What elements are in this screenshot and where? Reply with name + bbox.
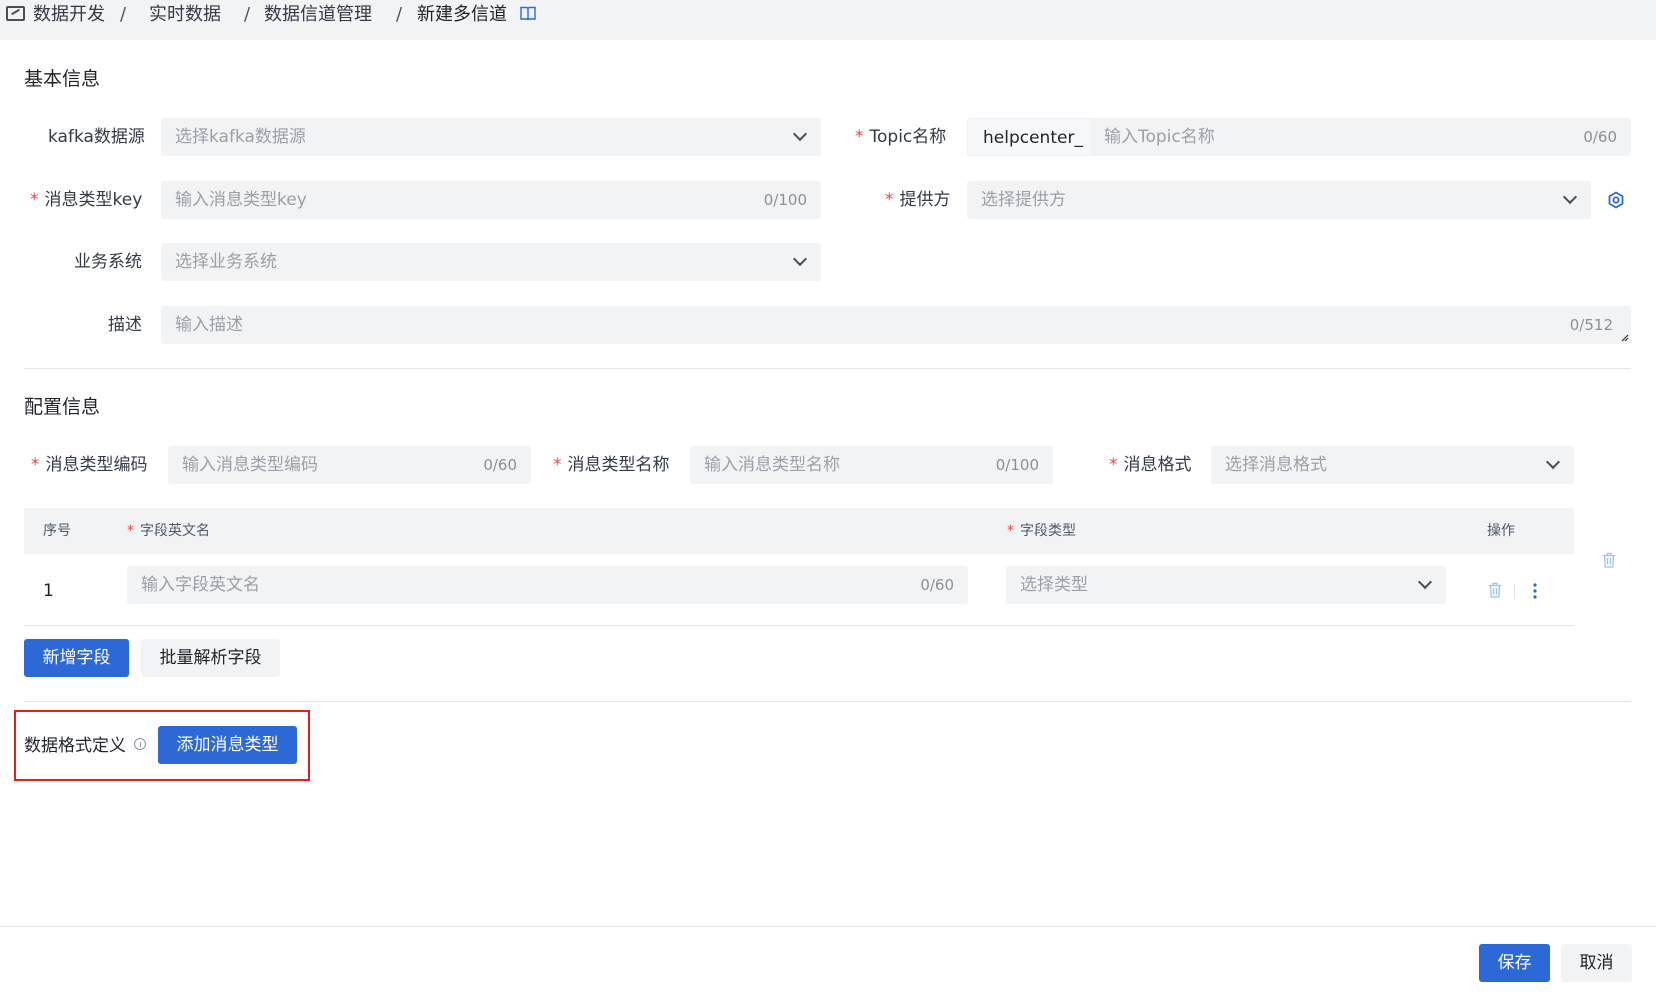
topic-name-placeholder: 输入Topic名称: [1104, 127, 1215, 147]
resize-handle-icon[interactable]: [1619, 332, 1629, 342]
description-label: 描述: [108, 315, 142, 335]
breadcrumb-channel-mgmt[interactable]: 数据信道管理: [264, 4, 372, 26]
required-mark: *: [885, 190, 894, 210]
kafka-source-label: kafka数据源: [48, 127, 145, 147]
type-code-label: * 消息类型编码: [31, 455, 148, 475]
col-index: 序号: [43, 523, 71, 539]
basic-info-title: 基本信息: [24, 68, 101, 90]
message-key-placeholder: 输入消息类型key: [175, 190, 307, 210]
footer-divider: [0, 926, 1656, 927]
col-operations: 操作: [1487, 523, 1515, 539]
description-textarea[interactable]: 输入描述 0/512: [161, 306, 1631, 344]
field-type-select[interactable]: 选择类型: [1006, 566, 1446, 604]
topic-name-label: * Topic名称: [855, 127, 947, 147]
biz-system-label: 业务系统: [74, 252, 142, 272]
type-name-counter: 0/100: [995, 456, 1039, 474]
type-code-counter: 0/60: [483, 456, 517, 474]
field-name-placeholder: 输入字段英文名: [141, 575, 260, 595]
description-counter: 0/512: [1569, 316, 1613, 334]
required-mark: *: [31, 455, 40, 475]
field-table-header: 序号 * 字段英文名 * 字段类型 操作: [24, 508, 1574, 554]
message-key-label: * 消息类型key: [30, 190, 143, 210]
breadcrumb-current-page: 新建多信道: [417, 4, 507, 25]
provider-label: * 提供方: [885, 190, 951, 210]
config-info-title: 配置信息: [24, 396, 101, 418]
settings-icon[interactable]: [1607, 191, 1625, 209]
required-mark: *: [30, 190, 39, 210]
chevron-down-icon: [792, 126, 808, 142]
row-index: 1: [43, 581, 54, 601]
breadcrumb-separator: /: [120, 4, 127, 25]
breadcrumb-separator: /: [244, 4, 251, 25]
col-field-name: * 字段英文名: [127, 523, 210, 539]
required-mark: *: [855, 127, 864, 147]
kafka-source-select[interactable]: 选择kafka数据源: [161, 118, 821, 156]
section-divider: [24, 701, 1631, 702]
breadcrumb-separator: /: [396, 4, 403, 25]
breadcrumb-data-dev[interactable]: 数据开发: [33, 4, 105, 26]
topic-prefix: helpcenter_: [967, 118, 1091, 156]
book-icon[interactable]: [520, 6, 536, 21]
breadcrumb-realtime-data[interactable]: 实时数据: [149, 4, 221, 26]
topic-name-counter: 0/60: [1583, 128, 1617, 146]
data-format-label: 数据格式定义: [24, 736, 126, 756]
col-field-type: * 字段类型: [1007, 523, 1076, 539]
field-name-input[interactable]: 输入字段英文名 0/60: [127, 566, 968, 604]
message-key-counter: 0/100: [763, 191, 807, 209]
message-format-placeholder: 选择消息格式: [1225, 455, 1327, 475]
section-divider: [24, 368, 1631, 369]
info-icon[interactable]: [134, 738, 146, 750]
provider-placeholder: 选择提供方: [981, 190, 1066, 210]
batch-parse-fields-button[interactable]: 批量解析字段: [141, 639, 280, 677]
add-field-button[interactable]: 新增字段: [24, 639, 129, 677]
breadcrumb: 数据开发 / 实时数据 / 数据信道管理 / 新建多信道: [0, 0, 1656, 40]
biz-system-placeholder: 选择业务系统: [175, 252, 277, 272]
description-placeholder: 输入描述: [175, 315, 243, 335]
data-dev-icon: [6, 6, 25, 21]
chevron-down-icon: [1545, 454, 1561, 470]
biz-system-select[interactable]: 选择业务系统: [161, 243, 821, 281]
kafka-source-placeholder: 选择kafka数据源: [175, 127, 306, 147]
type-code-input[interactable]: 输入消息类型编码 0/60: [168, 446, 531, 484]
ops-divider: [1514, 584, 1515, 599]
table-row-divider: [24, 625, 1574, 626]
add-message-type-button[interactable]: 添加消息类型: [158, 726, 297, 764]
message-key-input[interactable]: 输入消息类型key 0/100: [161, 181, 821, 219]
more-options-icon[interactable]: [1533, 583, 1537, 599]
type-name-label: * 消息类型名称: [553, 455, 670, 475]
required-mark: *: [1109, 455, 1118, 475]
field-name-counter: 0/60: [920, 576, 954, 594]
chevron-down-icon: [792, 251, 808, 267]
chevron-down-icon: [1417, 574, 1433, 590]
delete-message-type-icon[interactable]: [1602, 552, 1616, 568]
type-name-placeholder: 输入消息类型名称: [704, 455, 840, 475]
required-mark: *: [553, 455, 562, 475]
delete-row-icon[interactable]: [1488, 582, 1502, 598]
provider-select[interactable]: 选择提供方: [967, 181, 1591, 219]
message-format-select[interactable]: 选择消息格式: [1211, 446, 1574, 484]
cancel-button[interactable]: 取消: [1561, 944, 1632, 982]
chevron-down-icon: [1562, 189, 1578, 205]
message-format-label: * 消息格式: [1109, 455, 1192, 475]
type-code-placeholder: 输入消息类型编码: [182, 455, 318, 475]
save-button[interactable]: 保存: [1479, 944, 1550, 982]
type-name-input[interactable]: 输入消息类型名称 0/100: [690, 446, 1053, 484]
field-type-placeholder: 选择类型: [1020, 575, 1088, 595]
topic-name-input[interactable]: 输入Topic名称 0/60: [1090, 118, 1631, 156]
